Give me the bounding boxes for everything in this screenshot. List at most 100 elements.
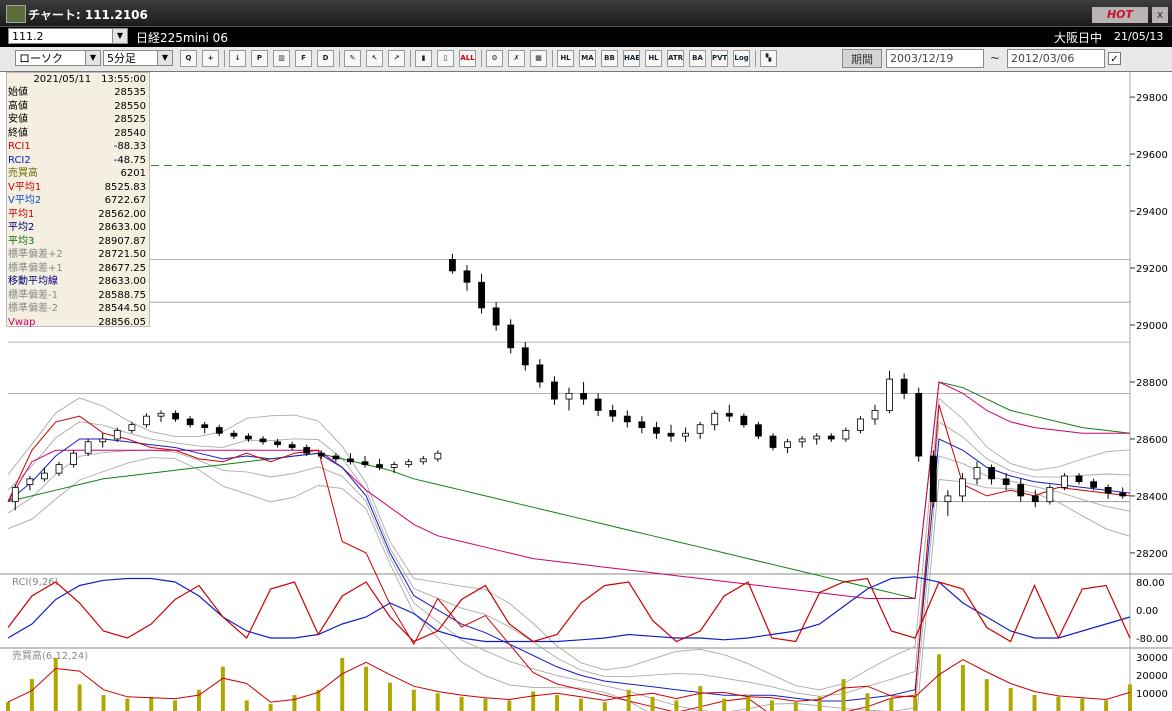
candle-body <box>696 424 704 434</box>
volume-bar <box>769 700 774 711</box>
volume-bar <box>913 695 918 711</box>
info-row-value: 28907.87 <box>98 235 146 247</box>
candle-body <box>667 432 675 437</box>
ma-icon[interactable]: MA <box>579 50 596 67</box>
info-row: 標準偏差+1 28677.25 <box>7 262 149 276</box>
candle-body <box>288 444 296 448</box>
pen-icon[interactable]: ✎ <box>344 50 361 67</box>
to-date-field[interactable]: 2012/03/06 <box>1007 49 1105 68</box>
range-tilde: ~ <box>990 51 1001 65</box>
check-icon[interactable]: ✓ <box>1108 52 1121 65</box>
log-icon[interactable]: Log <box>733 50 750 67</box>
volume-bar <box>1008 687 1013 711</box>
info-row: V平均2 6722.67 <box>7 194 149 208</box>
bar-chart-icon[interactable]: ▥ <box>273 50 290 67</box>
candle-body <box>201 424 209 428</box>
ba-icon[interactable]: BA <box>689 50 706 67</box>
doc-icon[interactable]: D <box>317 50 334 67</box>
info-row-value: 28721.50 <box>98 249 146 260</box>
from-date-field[interactable]: 2003/12/19 <box>886 49 984 68</box>
volume-tick-label: 10000 <box>1136 689 1168 700</box>
volume-bar <box>387 682 392 711</box>
instrument-name: 日経225mini 06 <box>136 31 228 45</box>
volume-bar <box>937 654 942 711</box>
flag-icon[interactable]: F <box>295 50 312 67</box>
toolbar-separator <box>552 50 553 67</box>
settings-icon[interactable]: ⚙ <box>486 50 503 67</box>
candle-body <box>1031 495 1039 503</box>
candle-icon[interactable]: ▮ <box>415 50 432 67</box>
volume-bar <box>173 700 178 711</box>
candle-body <box>536 364 544 383</box>
candle-body <box>711 412 719 426</box>
candle-body <box>521 347 529 366</box>
volume-bar <box>626 689 631 711</box>
volume-bar <box>77 684 82 711</box>
info-row-value: 28544.50 <box>98 303 146 314</box>
info-row-label: V平均2 <box>8 195 42 206</box>
close-icon[interactable]: x <box>1152 7 1168 23</box>
interval-select[interactable]: 5分足 ▼ <box>103 50 173 66</box>
pointer-icon[interactable]: ↖ <box>366 50 383 67</box>
candle-body <box>857 418 864 431</box>
palette-icon[interactable]: ▦ <box>530 50 547 67</box>
info-row-value: 28677.25 <box>98 262 146 274</box>
hae-icon[interactable]: HAE <box>623 50 640 67</box>
volume-bar <box>841 679 846 711</box>
info-row: Vwap 28856.05 <box>7 316 149 330</box>
volume-bar <box>196 689 201 711</box>
hl-icon[interactable]: HL <box>645 50 662 67</box>
volume-bar <box>53 657 58 711</box>
bb-icon[interactable]: BB <box>601 50 618 67</box>
candle-body <box>245 435 252 440</box>
hl-icon[interactable]: HL <box>557 50 574 67</box>
atr-icon[interactable]: ATR <box>667 50 684 67</box>
info-row: RCI2 -48.75 <box>7 154 149 168</box>
volume-bar <box>674 700 679 711</box>
candle-body <box>1104 486 1112 494</box>
period-button[interactable]: 期間 <box>842 49 882 68</box>
hot-button[interactable]: HOT <box>1092 7 1148 23</box>
all-icon[interactable]: ALL <box>459 50 476 67</box>
volume-bar <box>960 664 965 711</box>
volume-bar <box>1080 698 1085 711</box>
candle-body <box>259 438 267 443</box>
info-row: 始値 28535 <box>7 86 149 100</box>
volume-bar <box>101 695 106 711</box>
volume-bar <box>984 679 989 711</box>
rci-tick-label: -80.00 <box>1136 634 1168 645</box>
candle-body <box>434 452 442 460</box>
candle-body <box>725 412 733 417</box>
zoom-icon[interactable]: Q <box>180 50 197 67</box>
arrow-icon[interactable]: ↗ <box>388 50 405 67</box>
chevron-down-icon[interactable]: ▼ <box>157 51 172 65</box>
cursor-icon[interactable]: + <box>202 50 219 67</box>
candle-body <box>740 415 748 426</box>
candle-body <box>813 435 821 440</box>
candle-body <box>1046 486 1054 503</box>
candle-body <box>215 427 223 434</box>
candle-body <box>405 461 413 465</box>
volume-bar <box>340 657 345 711</box>
volume-bar <box>220 666 225 711</box>
chart-area[interactable]: 29800 29600 29400 29200 29000 28800 28600 28400… <box>0 72 1172 711</box>
candle-body <box>99 438 107 443</box>
candle-body <box>900 378 908 394</box>
info-row-label: 標準偏差-2 <box>8 303 58 314</box>
candle-body <box>944 495 952 503</box>
chevron-down-icon[interactable]: ▼ <box>112 29 127 43</box>
info-row-value: 8525.83 <box>104 181 146 193</box>
wrench-icon[interactable]: ✗ <box>508 50 525 67</box>
ichimoku-icon[interactable]: ▚ <box>760 50 777 67</box>
print-icon[interactable]: P <box>251 50 268 67</box>
chevron-down-icon[interactable]: ▼ <box>85 51 100 65</box>
line-candle-icon[interactable]: ▯ <box>437 50 454 67</box>
price-tick-label: 29800 <box>1136 93 1168 104</box>
candle-body <box>653 427 660 434</box>
code-combo[interactable]: 111.2 ▼ <box>8 28 128 44</box>
info-row-value: 6722.67 <box>104 195 146 206</box>
candle-body <box>26 478 34 485</box>
pvt-icon[interactable]: PVT <box>711 50 728 67</box>
download-icon[interactable]: ↓ <box>229 50 246 67</box>
chart-type-select[interactable]: ローソク ▼ <box>15 50 101 66</box>
